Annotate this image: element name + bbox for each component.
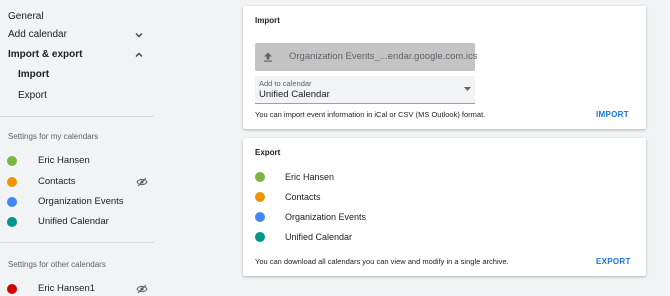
export-calendar-item: Eric Hansen: [243, 167, 543, 187]
export-calendar-item: Contacts: [243, 187, 543, 207]
export-card: Export Eric Hansen Contacts Organization…: [243, 138, 646, 276]
calendar-label: Contacts: [38, 176, 76, 187]
calendar-label: Organization Events: [38, 196, 124, 207]
calendar-label: Unified Calendar: [38, 216, 109, 227]
export-calendar-label: Eric Hansen: [285, 172, 335, 182]
export-calendar-item: Unified Calendar: [243, 227, 543, 247]
nav-import-export[interactable]: Import & export: [8, 45, 146, 65]
calendar-color-dot: [255, 192, 265, 202]
import-description: You can import event information in iCal…: [255, 110, 486, 119]
calendar-label: Eric Hansen1: [38, 283, 96, 294]
export-calendar-label: Organization Events: [285, 212, 367, 222]
calendar-color-dot: [255, 232, 265, 242]
select-label: Add to calendar: [259, 79, 312, 88]
nav-export[interactable]: Export: [18, 86, 47, 106]
export-description: You can download all calendars you can v…: [255, 257, 509, 266]
nav-add-calendar-label: Add calendar: [8, 29, 67, 40]
calendar-color-dot: [7, 217, 17, 227]
sidebar-divider: [0, 242, 154, 243]
nav-general-label: General: [8, 11, 44, 22]
sidebar-divider: [0, 116, 154, 117]
export-calendar-label: Contacts: [285, 192, 321, 202]
add-to-calendar-select[interactable]: Add to calendar Unified Calendar: [255, 76, 475, 104]
file-upload-button[interactable]: Organization Events_...endar.google.com.…: [255, 43, 478, 71]
calendar-color-dot: [7, 177, 17, 187]
export-calendar-label: Unified Calendar: [285, 232, 353, 242]
calendar-color-dot: [255, 212, 265, 222]
import-card-title: Import: [255, 16, 280, 25]
eye-off-icon[interactable]: [136, 177, 148, 187]
calendar-color-dot: [7, 156, 17, 166]
sidebar-calendar-unified-calendar[interactable]: Unified Calendar: [0, 212, 154, 232]
settings-page: General Add calendar Import & export Imp…: [0, 0, 670, 296]
calendar-color-dot: [7, 197, 17, 207]
eye-off-icon[interactable]: [136, 284, 148, 294]
export-calendar-item: Organization Events: [243, 207, 543, 227]
calendar-color-dot: [7, 284, 17, 294]
my-calendars-heading: Settings for my calendars: [8, 132, 99, 141]
other-calendars-heading: Settings for other calendars: [8, 260, 106, 269]
nav-import[interactable]: Import: [18, 65, 49, 85]
sidebar-calendar-eric-hansen1[interactable]: Eric Hansen1: [0, 279, 154, 296]
settings-sidebar: General Add calendar Import & export Imp…: [0, 0, 154, 296]
sidebar-calendar-contacts[interactable]: Contacts: [0, 172, 154, 192]
upload-icon: [264, 52, 272, 62]
nav-add-calendar[interactable]: Add calendar: [8, 25, 146, 45]
select-value: Unified Calendar: [259, 89, 330, 100]
caret-down-icon: [464, 87, 471, 91]
sidebar-calendar-organization-events[interactable]: Organization Events: [0, 192, 154, 212]
sidebar-calendar-eric-hansen[interactable]: Eric Hansen: [0, 151, 154, 171]
import-button[interactable]: IMPORT: [596, 110, 629, 119]
selected-file-name: Organization Events_...endar.google.com.…: [289, 51, 478, 62]
calendar-color-dot: [255, 172, 265, 182]
calendar-label: Eric Hansen: [38, 155, 90, 166]
import-card: Import Organization Events_...endar.goog…: [243, 6, 646, 129]
export-button[interactable]: EXPORT: [596, 257, 631, 266]
chevron-up-icon[interactable]: [134, 50, 144, 60]
nav-general[interactable]: General: [8, 7, 146, 27]
nav-import-export-label: Import & export: [8, 49, 83, 60]
export-card-title: Export: [255, 148, 281, 157]
chevron-down-icon[interactable]: [134, 30, 144, 40]
